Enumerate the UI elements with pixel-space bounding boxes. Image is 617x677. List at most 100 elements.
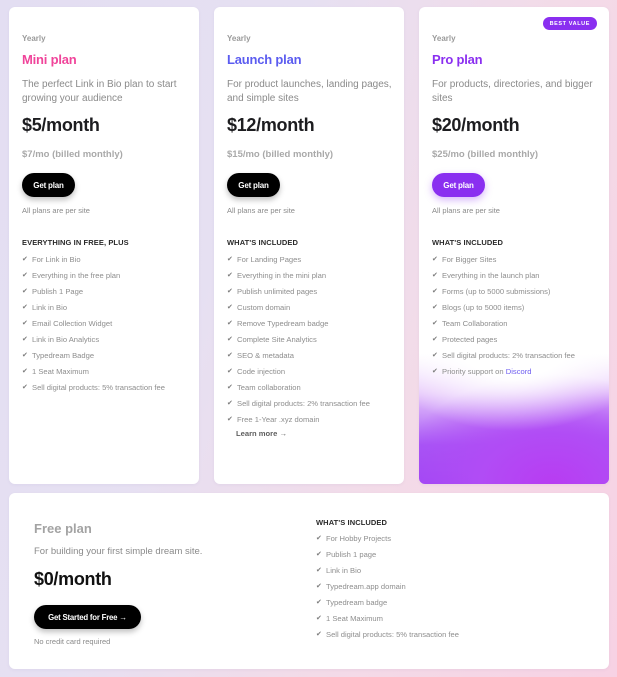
pro-plan-card: BEST VALUE Yearly Pro plan For products,…	[419, 7, 609, 484]
feature-item: ✔ For Link in Bio	[22, 251, 165, 267]
check-icon: ✔	[432, 320, 438, 327]
get-plan-button[interactable]: Get plan	[22, 173, 75, 197]
check-icon: ✔	[227, 256, 233, 263]
mini-plan-card: Yearly Mini plan The perfect Link in Bio…	[9, 7, 199, 484]
check-icon: ✔	[227, 368, 233, 375]
feature-item: ✔ Blogs (up to 5000 items)	[432, 299, 575, 315]
feature-item: ✔ Protected pages	[432, 331, 575, 347]
check-icon: ✔	[316, 567, 322, 574]
check-icon: ✔	[316, 535, 322, 542]
features-heading: WHAT'S INCLUDED	[316, 518, 388, 527]
check-icon: ✔	[22, 304, 28, 311]
check-icon: ✔	[22, 352, 28, 359]
feature-item: ✔ SEO & metadata	[227, 347, 370, 363]
feature-text: Forms (up to 5000 submissions)	[442, 286, 551, 296]
plan-monthly-price: $25/mo (billed monthly)	[432, 149, 539, 160]
plan-note: No credit card required	[34, 637, 111, 646]
check-icon: ✔	[227, 400, 233, 407]
plan-period: Yearly	[227, 34, 251, 43]
check-icon: ✔	[22, 272, 28, 279]
plan-period: Yearly	[22, 34, 46, 43]
plan-price: $12/month	[227, 115, 315, 135]
feature-text: Free 1-Year .xyz domain	[237, 414, 320, 424]
feature-list: ✔ For Landing Pages ✔ Everything in the min…	[227, 251, 370, 427]
learn-more-link[interactable]: Learn more →	[236, 429, 287, 438]
feature-text: Sell digital products: 5% transaction fe…	[32, 382, 165, 392]
check-icon: ✔	[227, 304, 233, 311]
check-icon: ✔	[227, 416, 233, 423]
feature-text: Sell digital products: 5% transaction fe…	[326, 629, 459, 639]
feature-text: 1 Seat Maximum	[326, 613, 383, 623]
feature-item: ✔ Custom domain	[227, 299, 370, 315]
feature-text: Custom domain	[237, 302, 291, 312]
check-icon: ✔	[227, 336, 233, 343]
check-icon: ✔	[432, 304, 438, 311]
feature-text: Publish 1 Page	[32, 286, 84, 296]
plan-note: All plans are per site	[227, 206, 295, 215]
plan-name: Mini plan	[22, 52, 77, 67]
feature-text: Link in Bio	[32, 302, 68, 312]
feature-item: ✔ Sell digital products: 5% transaction f…	[316, 626, 459, 642]
feature-item: ✔ Everything in the launch plan	[432, 267, 575, 283]
feature-text: Everything in the mini plan	[237, 270, 327, 280]
feature-item: ✔ Sell digital products: 2% transaction f…	[227, 395, 370, 411]
plan-name: Free plan	[34, 521, 92, 536]
feature-item: ✔ Team collaboration	[227, 379, 370, 395]
feature-text: Email Collection Widget	[32, 318, 113, 328]
feature-text: SEO & metadata	[237, 350, 294, 360]
feature-item: ✔ Sell digital products: 2% transaction f…	[432, 347, 575, 363]
check-icon: ✔	[22, 336, 28, 343]
feature-item: ✔ Everything in the free plan	[22, 267, 165, 283]
plan-note: All plans are per site	[432, 206, 500, 215]
plan-note: All plans are per site	[22, 206, 90, 215]
plan-period: Yearly	[432, 34, 456, 43]
feature-item: ✔ Typedream.app domain	[316, 578, 459, 594]
feature-text: Sell digital products: 2% transaction fe…	[237, 398, 370, 408]
feature-item: ✔ Remove Typedream badge	[227, 315, 370, 331]
check-icon: ✔	[22, 368, 28, 375]
feature-item: ✔ Forms (up to 5000 submissions)	[432, 283, 575, 299]
get-plan-button[interactable]: Get plan	[432, 173, 485, 197]
plan-description: For product launches, landing pages, and…	[227, 79, 392, 104]
feature-text: Publish 1 page	[326, 549, 377, 559]
feature-item: ✔ Complete Site Analytics	[227, 331, 370, 347]
feature-text: Code injection	[237, 366, 286, 376]
feature-text: For Hobby Projects	[326, 533, 391, 543]
feature-item: ✔ 1 Seat Maximum	[22, 363, 165, 379]
discord-link[interactable]: Discord	[506, 367, 532, 376]
check-icon: ✔	[227, 352, 233, 359]
features-heading: EVERYTHING IN FREE, PLUS	[22, 238, 129, 247]
feature-text: Complete Site Analytics	[237, 334, 317, 344]
feature-item: ✔ Typedream badge	[316, 594, 459, 610]
feature-text: Team Collaboration	[442, 318, 508, 328]
check-icon: ✔	[316, 599, 322, 606]
feature-item: ✔ Publish 1 Page	[22, 283, 165, 299]
free-plan-card: Free plan For building your first simple…	[9, 493, 609, 669]
get-started-free-button[interactable]: Get Started for Free →	[34, 605, 141, 629]
features-heading: WHAT'S INCLUDED	[432, 238, 504, 247]
plan-description: For products, directories, and bigger si…	[432, 79, 593, 104]
plan-description: For building your first simple dream sit…	[34, 546, 203, 557]
feature-list: ✔ For Link in Bio ✔ Everything in the free …	[22, 251, 165, 395]
feature-text: Link in Bio	[326, 565, 362, 575]
plan-description: The perfect Link in Bio plan to start gr…	[22, 79, 177, 104]
plan-name: Launch plan	[227, 52, 302, 67]
feature-item: ✔ Typedream Badge	[22, 347, 165, 363]
check-icon: ✔	[227, 320, 233, 327]
feature-text: Everything in the launch plan	[442, 270, 540, 280]
feature-text: Priority support on Discord	[442, 366, 532, 376]
get-plan-button[interactable]: Get plan	[227, 173, 280, 197]
feature-text: Publish unlimited pages	[237, 286, 318, 296]
feature-item: ✔ 1 Seat Maximum	[316, 610, 459, 626]
check-icon: ✔	[22, 256, 28, 263]
plan-price: $5/month	[22, 115, 100, 135]
feature-text: Protected pages	[442, 334, 498, 344]
launch-plan-card: Yearly Launch plan For product launches,…	[214, 7, 404, 484]
feature-item: ✔ Code injection	[227, 363, 370, 379]
check-icon: ✔	[316, 551, 322, 558]
check-icon: ✔	[22, 288, 28, 295]
features-heading: WHAT'S INCLUDED	[227, 238, 299, 247]
plan-price: $20/month	[432, 115, 520, 135]
check-icon: ✔	[432, 336, 438, 343]
check-icon: ✔	[22, 384, 28, 391]
